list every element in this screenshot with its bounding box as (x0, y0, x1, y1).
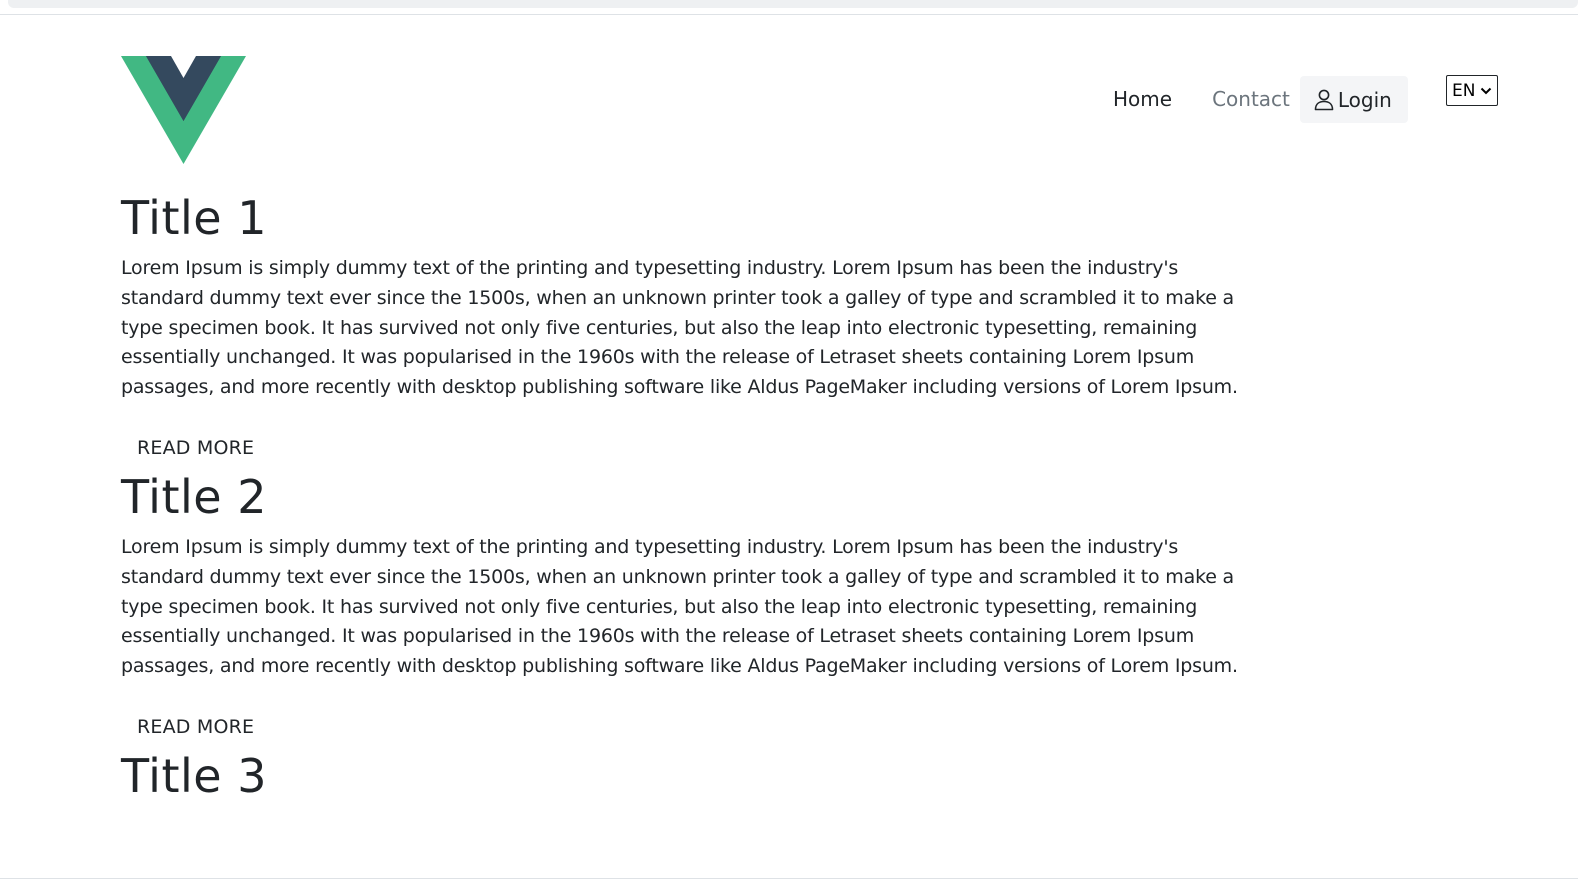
article-3: Title 3 (121, 740, 1241, 812)
article-body: Lorem Ipsum is simply dummy text of the … (121, 257, 1238, 399)
divider (0, 878, 1578, 879)
vue-logo-icon[interactable] (121, 56, 246, 164)
article-body: Lorem Ipsum is simply dummy text of the … (121, 535, 1238, 678)
login-button[interactable]: Login (1299, 76, 1408, 123)
chevron-down-icon (1481, 87, 1492, 94)
articles-list: Title 1 Lorem Ipsum is simply dummy text… (121, 182, 1241, 812)
user-icon (1314, 89, 1334, 110)
horizontal-scrollbar[interactable] (8, 0, 1578, 8)
article-1: Title 1 Lorem Ipsum is simply dummy text… (121, 182, 1241, 471)
nav-home-link[interactable]: Home (1093, 76, 1192, 123)
login-label: Login (1337, 87, 1392, 112)
language-select[interactable]: EN (1446, 75, 1498, 106)
article-title: Title 3 (121, 748, 267, 803)
article-title: Title 1 (121, 191, 267, 245)
browser-top-strip (0, 0, 1578, 15)
article-2: Title 2 Lorem Ipsum is simply dummy text… (121, 461, 1241, 750)
article-title: Title 2 (121, 469, 267, 524)
nav-contact-link[interactable]: Contact (1192, 76, 1300, 123)
main-nav: Home Contact Login (1093, 76, 1408, 123)
language-value: EN (1452, 80, 1476, 101)
